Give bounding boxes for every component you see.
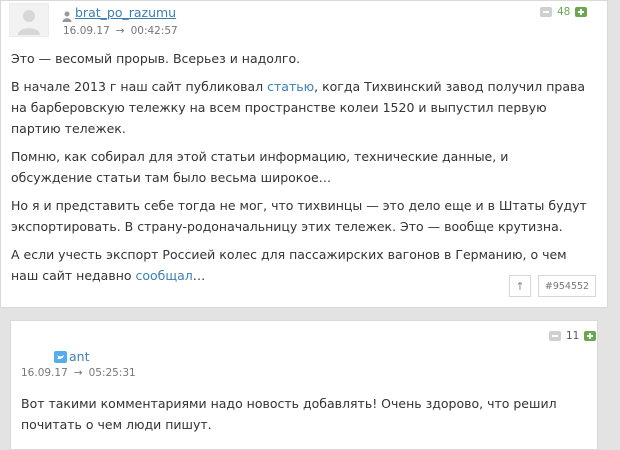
comment-paragraph: Это — весомый прорыв. Всерьез и надолго.: [11, 48, 593, 69]
comment-time[interactable]: 00:42:57: [131, 25, 178, 37]
reported-link[interactable]: сообщал: [135, 268, 192, 283]
avatar[interactable]: [21, 327, 53, 359]
comment-author-link[interactable]: brat_po_razumu: [75, 5, 176, 20]
comment-paragraph: Но я и представить себе тогда не мог, чт…: [11, 195, 593, 237]
comment-timestamp: 16.09.17 → 00:42:57: [63, 25, 178, 37]
rating-score: 11: [566, 330, 580, 342]
vote-down-icon[interactable]: [549, 331, 561, 341]
article-link[interactable]: статью: [267, 79, 314, 94]
scroll-to-parent-button[interactable]: ↑: [509, 275, 531, 297]
comment-date: 16.09.17: [63, 25, 110, 37]
paragraph-text: Это — весомый прорыв. Всерьез и надолго.: [11, 51, 301, 66]
comment-id-link[interactable]: #954552: [538, 275, 596, 297]
paragraph-text: А если учесть экспорт Россией колес для …: [11, 247, 567, 283]
user-icon: [62, 7, 72, 26]
paragraph-text: …: [192, 268, 206, 283]
twitter-icon: [54, 348, 67, 367]
avatar[interactable]: [9, 3, 49, 37]
comment-body: Вот такими комментариями надо новость до…: [21, 393, 583, 442]
comment-date: 16.09.17: [21, 367, 68, 379]
vote-up-icon[interactable]: [575, 7, 588, 17]
comment-paragraph: Вот такими комментариями надо новость до…: [21, 396, 557, 432]
comment-1: brat_po_razumu 16.09.17 → 00:42:57 48 Это …: [0, 0, 608, 308]
comment-2: ant 16.09.17 → 05:25:31 11 Вот такими комм…: [10, 320, 598, 450]
comment-timestamp: 16.09.17 → 05:25:31: [21, 367, 136, 379]
comment-paragraph: В начале 2013 г наш сайт публиковал стат…: [11, 76, 593, 139]
paragraph-text: Но я и представить себе тогда не мог, чт…: [11, 198, 587, 234]
rating-score: 48: [557, 6, 571, 18]
arrow-icon: →: [115, 25, 125, 37]
arrow-icon: →: [73, 367, 83, 379]
comment-rating: 48: [540, 6, 588, 18]
comment-body: Это — весомый прорыв. Всерьез и надолго.…: [11, 48, 593, 293]
paragraph-text: В начале 2013 г наш сайт публиковал: [11, 79, 268, 94]
comment-paragraph: Помню, как собирал для этой статьи инфор…: [11, 146, 593, 188]
user-silhouette-icon: [18, 10, 40, 35]
comment-author-link[interactable]: ant: [69, 349, 89, 364]
comment-time[interactable]: 05:25:31: [89, 367, 136, 379]
comment-paragraph: А если учесть экспорт Россией колес для …: [11, 244, 593, 286]
vote-up-icon[interactable]: [584, 331, 597, 341]
paragraph-text: Помню, как собирал для этой статьи инфор…: [11, 149, 509, 185]
vote-down-icon[interactable]: [540, 7, 552, 17]
comment-rating: 11: [549, 330, 597, 342]
